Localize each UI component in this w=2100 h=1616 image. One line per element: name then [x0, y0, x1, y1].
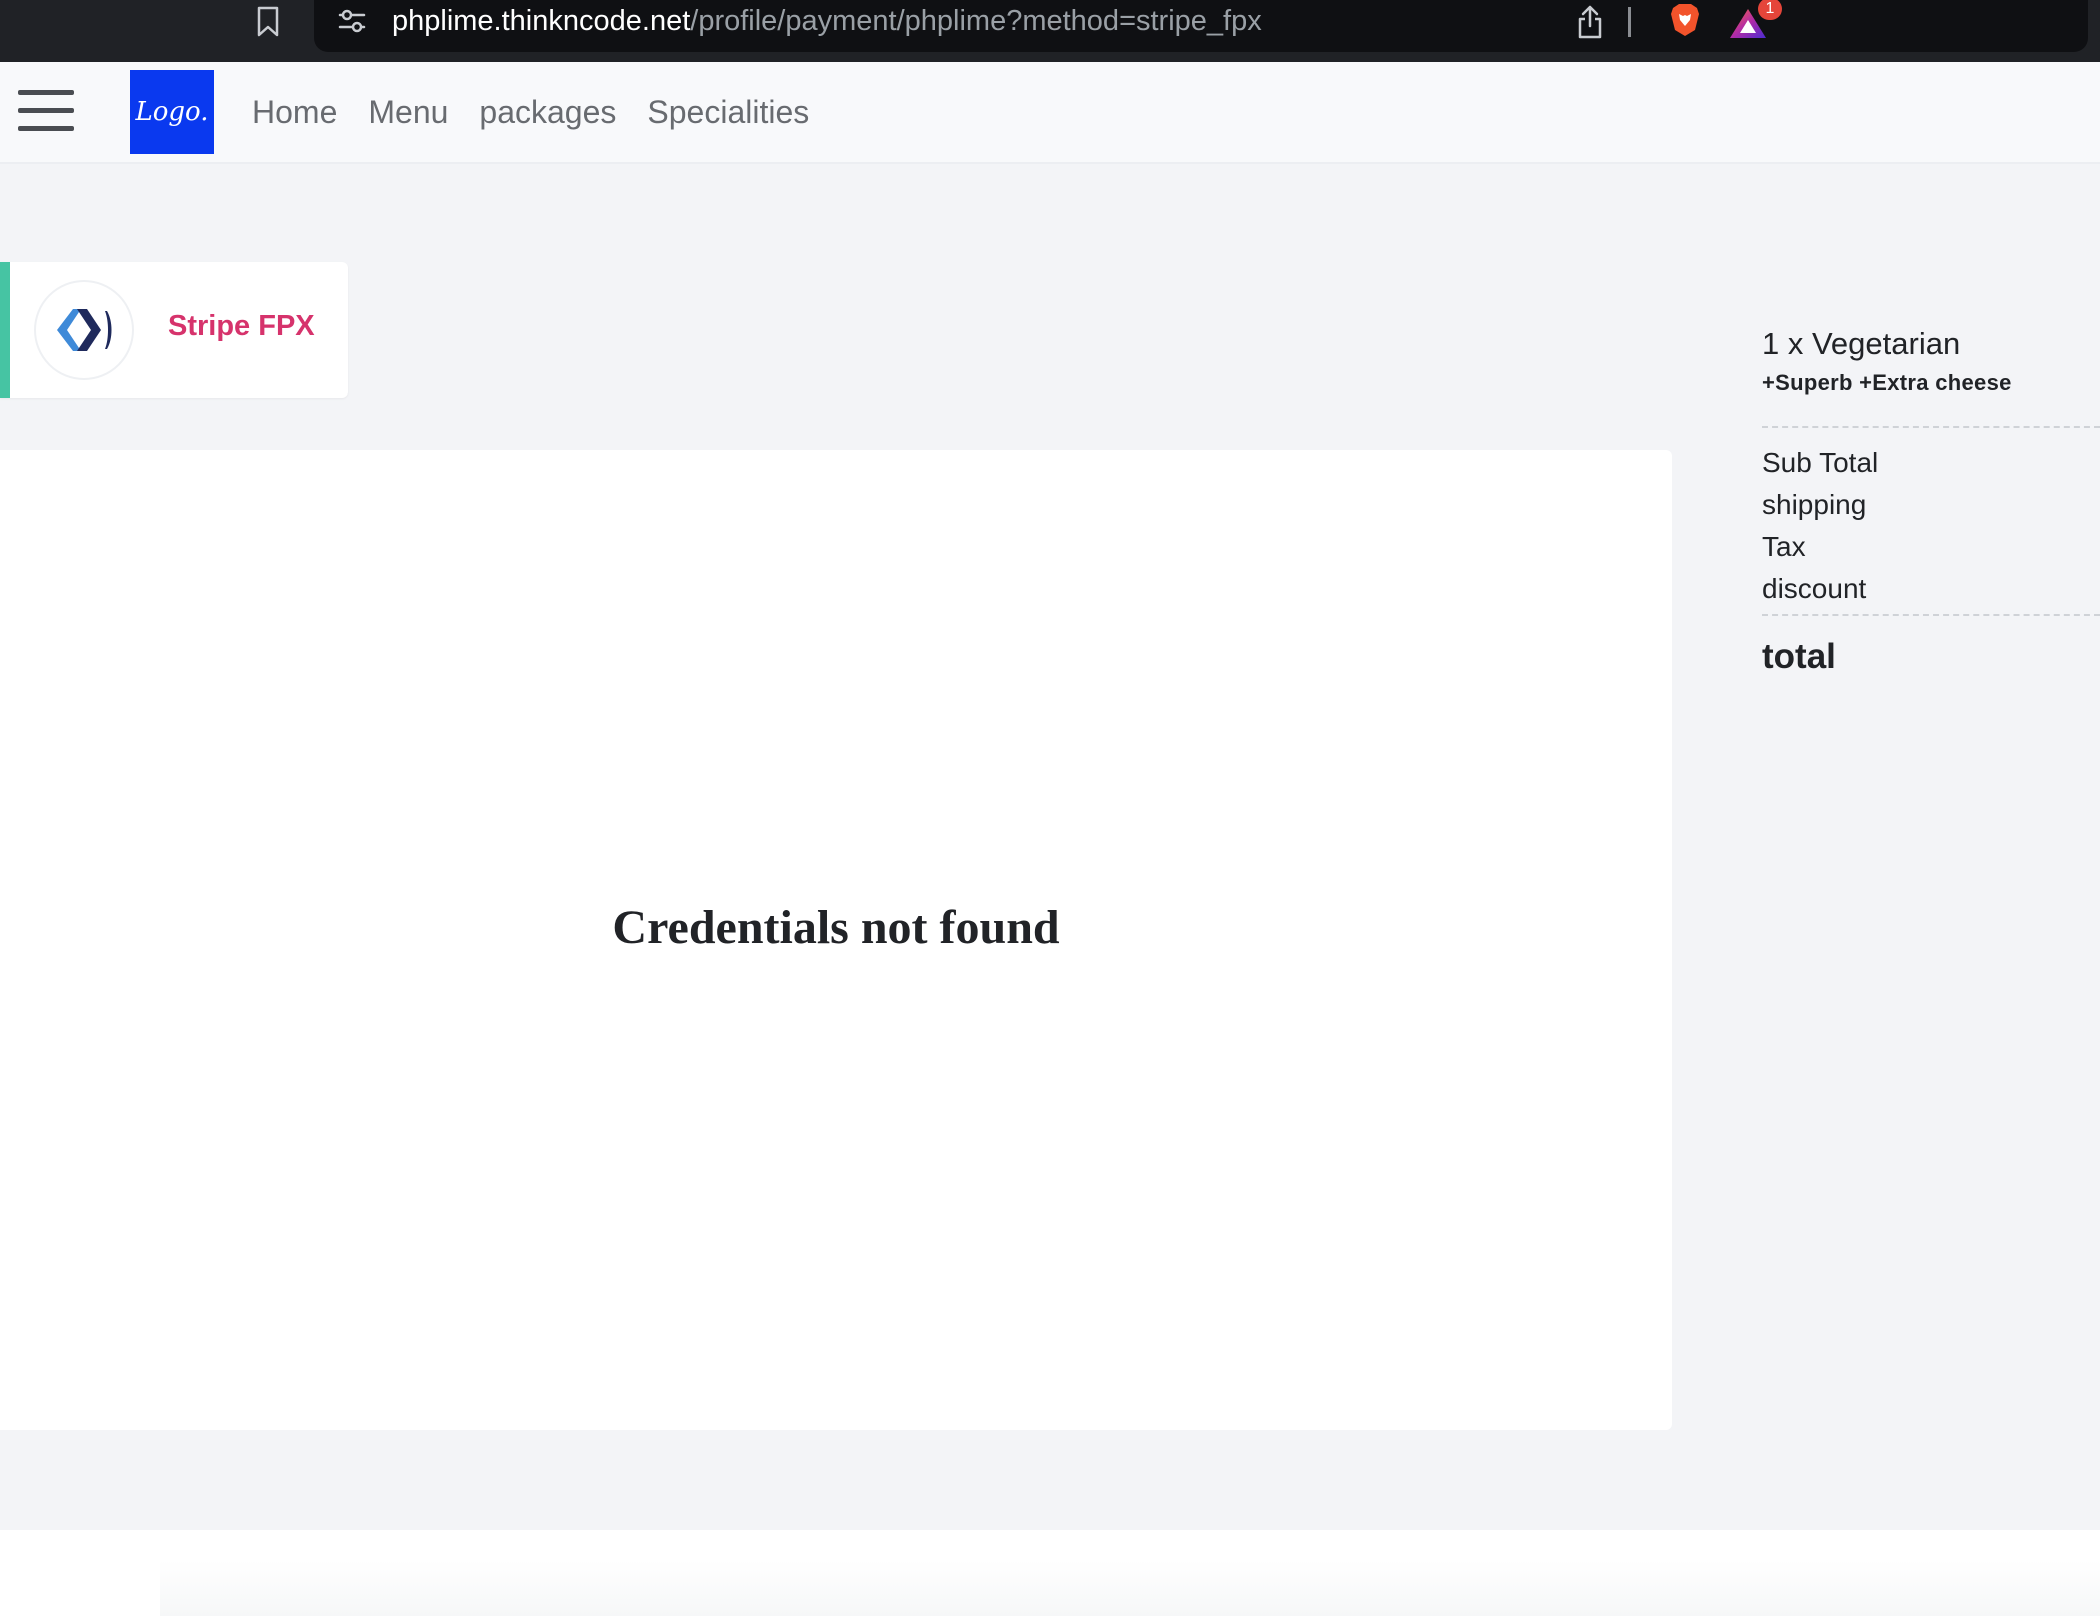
- error-message: Credentials not found: [612, 901, 1060, 954]
- url-path: /profile/payment/phplime?method=stripe_f…: [690, 5, 1262, 37]
- footer-shade: [160, 1560, 2100, 1616]
- nav-link-packages[interactable]: packages: [479, 90, 616, 134]
- toolbar-divider: [1628, 7, 1631, 37]
- address-bar[interactable]: phplime.thinkncode.net/profile/payment/p…: [314, 0, 2088, 52]
- nav-link-menu[interactable]: Menu: [368, 90, 448, 134]
- nav-link-home[interactable]: Home: [252, 90, 337, 134]
- rewards-badge: 1: [1758, 0, 1782, 20]
- site-logo[interactable]: Logo.: [130, 70, 214, 154]
- hamburger-icon[interactable]: [18, 90, 74, 134]
- browser-toolbar: phplime.thinkncode.net/profile/payment/p…: [0, 0, 2100, 62]
- brave-rewards-icon[interactable]: 1: [1728, 0, 1784, 42]
- bookmark-icon[interactable]: [252, 2, 284, 42]
- summary-row-tax: Tax: [1762, 531, 1806, 562]
- summary-row-shipping: shipping: [1762, 489, 1867, 520]
- payment-form-panel: Credentials not found: [0, 450, 1672, 1430]
- main-nav: Home Menu packages Specialities: [252, 90, 809, 134]
- order-item-title: 1 x Vegetarian: [1762, 326, 1961, 361]
- logo-text: Logo.: [135, 97, 209, 127]
- summary-row-discount: discount: [1762, 573, 1867, 604]
- summary-divider: [1762, 614, 2100, 616]
- url-host: phplime.thinkncode.net: [392, 5, 691, 37]
- payment-method-stripe-fpx[interactable]: Stripe FPX: [0, 262, 348, 398]
- share-icon[interactable]: [1574, 2, 1606, 42]
- url-text: phplime.thinkncode.net/profile/payment/p…: [392, 3, 1262, 39]
- payment-method-label: Stripe FPX: [168, 310, 315, 342]
- site-navbar: Logo. Home Menu packages Specialities: [0, 62, 2100, 164]
- summary-total: total: [1762, 637, 1836, 676]
- order-summary: 1 x Vegetarian +Superb +Extra cheese Sub…: [1762, 324, 2100, 682]
- page-content: Stripe FPX Credentials not found 1 x Veg…: [0, 164, 2100, 1530]
- fpx-logo-icon: [34, 280, 134, 380]
- summary-rows: Sub Total shipping Tax discount: [1762, 428, 2100, 614]
- order-item-options: +Superb +Extra cheese: [1762, 370, 2012, 395]
- summary-row-subtotal: Sub Total: [1762, 447, 1879, 478]
- site-settings-icon[interactable]: [336, 6, 368, 36]
- brave-shield-icon[interactable]: [1666, 0, 1704, 40]
- nav-link-specialities[interactable]: Specialities: [647, 90, 809, 134]
- payment-method-tabs: Stripe FPX: [0, 262, 348, 398]
